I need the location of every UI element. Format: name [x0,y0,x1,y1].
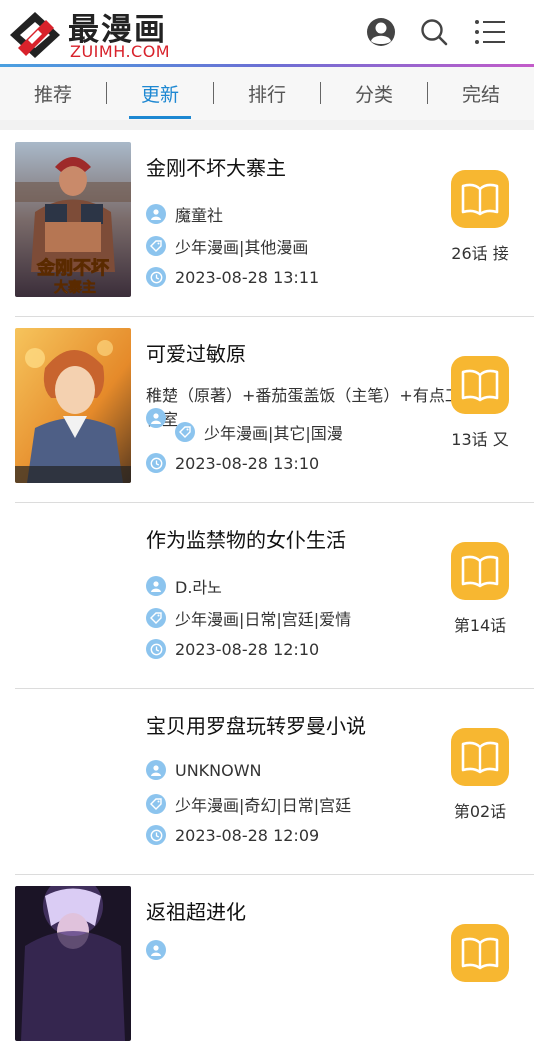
comic-title[interactable]: 金刚不坏大寨主 [146,152,286,181]
date-row: 2023-08-28 13:11 [146,267,319,287]
book-icon[interactable] [451,170,509,228]
latest-chapter[interactable]: 13话 又 [435,426,525,450]
logo-domain[interactable]: ZUIMH.COM [70,42,170,61]
author-row: 魔童社 [146,202,223,226]
tab-recommend[interactable]: 推荐 [0,67,106,120]
tag-icon [146,236,166,256]
book-icon[interactable] [451,356,509,414]
author-row: D.라노 [146,574,222,598]
menu-icon[interactable] [474,16,506,48]
book-icon[interactable] [451,542,509,600]
tag-icon [146,608,166,628]
tag-icon [175,422,195,442]
app-header: 最漫画 ZUIMH.COM [0,0,534,64]
date-text: 2023-08-28 12:09 [175,825,320,845]
tab-update[interactable]: 更新 [107,67,213,120]
comic-list-item[interactable]: 作为监禁物的女仆生活 D.라노 少年漫画|日常|宫廷|爱情 2023-08-28… [15,502,534,689]
tab-finished[interactable]: 完结 [428,67,534,120]
comic-cover[interactable] [15,886,131,1041]
author-text: D.라노 [175,578,222,597]
book-icon[interactable] [451,924,509,982]
comic-cover[interactable]: 金刚不坏 大寨主 [15,142,131,297]
tags-row: 少年漫画|其他漫画 [146,234,308,258]
date-row: 2023-08-28 12:10 [146,639,319,659]
tags-text: 少年漫画|奇幻|日常|宫廷 [175,796,352,815]
author-icon [146,408,166,428]
comic-cover[interactable] [15,514,131,669]
comic-list-item[interactable]: 可爱过敏原 稚楚（原著）+番茄蛋盖饭（主笔）+有点工作室 少年漫画|其它|国漫 … [15,316,534,503]
latest-chapter[interactable]: 第02话 [435,798,525,822]
date-text: 2023-08-28 13:10 [175,453,320,473]
list-gap [0,120,534,130]
tags-row: 少年漫画|日常|宫廷|爱情 [146,606,351,630]
date-text: 2023-08-28 13:11 [175,267,320,287]
tags-row: 少年漫画|其它|国漫 [175,420,343,444]
tags-text: 少年漫画|其他漫画 [175,238,309,257]
author-icon [146,760,166,780]
latest-chapter[interactable]: 26话 接 [435,240,525,264]
category-tabs: 推荐 更新 排行 分类 完结 [0,67,534,121]
author-text: 魔童社 [175,206,224,225]
comic-list-item[interactable]: 返祖超进化 [15,874,534,1060]
date-row: 2023-08-28 12:09 [146,825,319,845]
svg-text:金刚不坏: 金刚不坏 [36,257,109,279]
author-icon [146,204,166,224]
tab-category[interactable]: 分类 [321,67,427,120]
tab-ranking[interactable]: 排行 [214,67,320,120]
comic-title[interactable]: 作为监禁物的女仆生活 [146,524,346,553]
author-icon-row [146,408,175,428]
tags-text: 少年漫画|其它|国漫 [204,424,343,443]
clock-icon [146,453,166,473]
tags-row: 少年漫画|奇幻|日常|宫廷 [146,792,351,816]
author-row: UNKNOWN [146,760,262,780]
logo-icon[interactable] [8,10,62,60]
author-text: UNKNOWN [175,760,262,780]
comic-title[interactable]: 返祖超进化 [146,896,246,925]
comic-title[interactable]: 可爱过敏原 [146,338,246,367]
latest-chapter[interactable]: 第14话 [435,612,525,636]
clock-icon [146,267,166,287]
comic-list-item[interactable]: 宝贝用罗盘玩转罗曼小说 UNKNOWN 少年漫画|奇幻|日常|宫廷 2023-0… [15,688,534,875]
user-icon[interactable] [365,16,397,48]
date-text: 2023-08-28 12:10 [175,639,320,659]
comic-cover[interactable] [15,700,131,855]
search-icon[interactable] [418,16,450,48]
tags-text: 少年漫画|日常|宫廷|爱情 [175,610,352,629]
author-icon [146,940,166,960]
tag-icon [146,794,166,814]
comic-title[interactable]: 宝贝用罗盘玩转罗曼小说 [146,710,366,739]
clock-icon [146,825,166,845]
author-icon [146,576,166,596]
clock-icon [146,639,166,659]
comic-cover[interactable] [15,328,131,483]
author-row [146,940,175,960]
book-icon[interactable] [451,728,509,786]
date-row: 2023-08-28 13:10 [146,453,319,473]
svg-text:大寨主: 大寨主 [54,279,96,296]
comic-list-item[interactable]: 金刚不坏 大寨主 金刚不坏大寨主 魔童社 少年漫画|其他漫画 2023-08-2… [15,130,534,317]
